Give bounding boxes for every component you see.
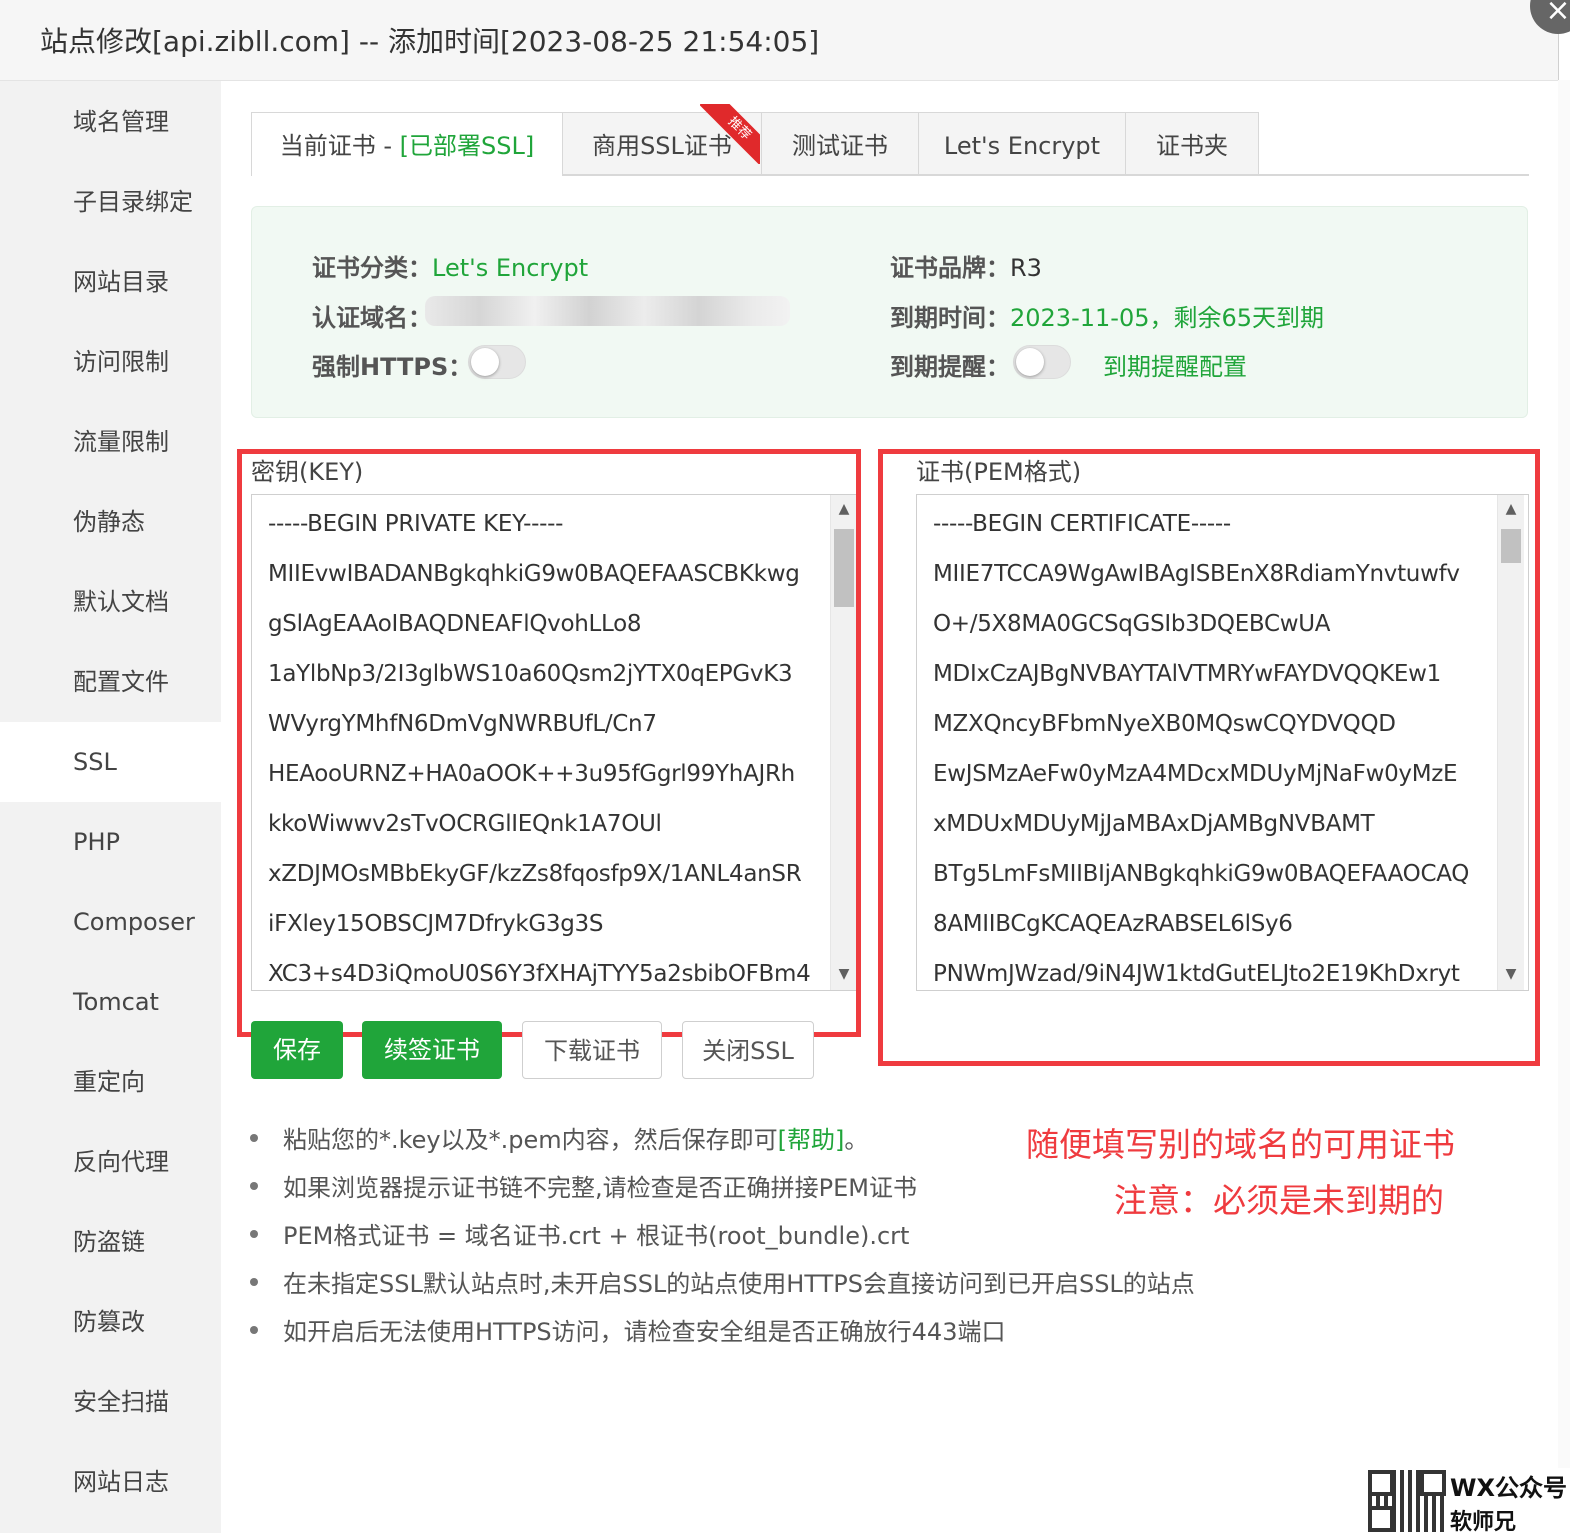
cert-expiry-label: 到期时间： [890, 304, 1010, 332]
sidebar-item-rewrite[interactable]: 伪静态 [0, 482, 221, 562]
bullet-icon [250, 1134, 258, 1142]
force-https-toggle[interactable] [468, 345, 526, 379]
sidebar-item-config-file[interactable]: 配置文件 [0, 642, 221, 722]
bullet-icon [250, 1278, 258, 1286]
dialog-title: 站点修改[api.zibll.com] -- 添加时间[2023-08-25 2… [40, 25, 820, 58]
force-https-label: 强制HTTPS： [312, 353, 473, 381]
cert-highlight-box [878, 449, 1540, 1066]
sidebar-item-traffic-limit[interactable]: 流量限制 [0, 402, 221, 482]
sidebar-item-hotlink[interactable]: 防盗链 [0, 1202, 221, 1282]
sidebar-item-tamper-proof[interactable]: 防篡改 [0, 1282, 221, 1362]
tab-current-cert-label: 当前证书 - [279, 132, 400, 160]
watermark-text-1: WX公众号 [1450, 1474, 1567, 1502]
note-text: 。 [844, 1126, 869, 1154]
sidebar-item-domain[interactable]: 域名管理 [0, 82, 221, 162]
expiry-remind-config-link[interactable]: 到期提醒配置 [1103, 347, 1247, 382]
tab-cert-folder[interactable]: 证书夹 [1125, 112, 1259, 174]
cert-domain-label: 认证域名： [312, 304, 432, 332]
sidebar-item-site-log[interactable]: 网站日志 [0, 1442, 221, 1522]
note-text: 在未指定SSL默认站点时,未开启SSL的站点使用HTTPS会直接访问到已开启SS… [283, 1270, 1195, 1298]
download-cert-button[interactable]: 下载证书 [522, 1021, 662, 1079]
help-link[interactable]: [帮助] [778, 1126, 845, 1154]
cert-category-row: 证书分类：Let's Encrypt [312, 248, 588, 283]
site-edit-dialog: 站点修改[api.zibll.com] -- 添加时间[2023-08-25 2… [0, 0, 1570, 1533]
expiry-remind-label: 到期提醒： [890, 353, 1010, 381]
qr-finder [1420, 1470, 1446, 1496]
cert-category-label: 证书分类： [312, 254, 432, 282]
watermark-text-2: 软师兄 [1450, 1510, 1517, 1535]
sidebar-item-ssl[interactable]: SSL [0, 722, 221, 802]
note-text: PEM格式证书 = 域名证书.crt + 根证书(root_bundle).cr… [283, 1222, 910, 1250]
annotation-line-1: 随便填写别的域名的可用证书 [1026, 1125, 1455, 1164]
cert-brand-label: 证书品牌： [890, 254, 1010, 282]
force-https-row: 强制HTTPS： [312, 347, 472, 382]
tab-lets-encrypt[interactable]: Let's Encrypt [918, 112, 1126, 174]
key-highlight-box [237, 449, 861, 1037]
sidebar-item-composer[interactable]: Composer [0, 882, 221, 962]
sidebar-nav: 域名管理 子目录绑定 网站目录 访问限制 流量限制 伪静态 默认文档 配置文件 … [0, 81, 221, 1533]
recommend-badge: 推荐 [700, 104, 760, 164]
sidebar-item-site-directory[interactable]: 网站目录 [0, 242, 221, 322]
recommend-ribbon: 推荐 [700, 104, 760, 164]
bullet-icon [250, 1230, 258, 1238]
tab-current-cert[interactable]: 当前证书 - [已部署SSL] [251, 112, 563, 176]
cert-brand-value: R3 [1010, 254, 1042, 282]
cert-expiry-value: 2023-11-05，剩余65天到期 [1010, 304, 1325, 332]
ssl-deployed-status: [已部署SSL] [399, 132, 535, 160]
sidebar-item-reverse-proxy[interactable]: 反向代理 [0, 1122, 221, 1202]
bullet-icon [250, 1182, 258, 1190]
cert-expiry-row: 到期时间：2023-11-05，剩余65天到期 [890, 298, 1324, 333]
sidebar-item-access-limit[interactable]: 访问限制 [0, 322, 221, 402]
renew-cert-button[interactable]: 续签证书 [362, 1021, 502, 1079]
sidebar-item-tomcat[interactable]: Tomcat [0, 962, 221, 1042]
cert-brand-row: 证书品牌：R3 [890, 248, 1042, 283]
expiry-remind-row: 到期提醒： [890, 347, 1010, 382]
note-text: 粘贴您的*.key以及*.pem内容，然后保存即可 [283, 1126, 778, 1154]
sidebar-item-redirect[interactable]: 重定向 [0, 1042, 221, 1122]
sidebar-item-default-doc[interactable]: 默认文档 [0, 562, 221, 642]
cert-category-value: Let's Encrypt [432, 254, 589, 282]
qr-finder [1368, 1470, 1394, 1496]
toggle-knob [471, 348, 499, 376]
save-button[interactable]: 保存 [251, 1021, 343, 1079]
cert-domain-row: 认证域名： [312, 298, 432, 333]
qr-code-icon [1368, 1470, 1446, 1532]
sidebar-item-security-scan[interactable]: 安全扫描 [0, 1362, 221, 1442]
toggle-knob [1016, 348, 1044, 376]
sidebar-item-subdir-binding[interactable]: 子目录绑定 [0, 162, 221, 242]
dialog-titlebar: 站点修改[api.zibll.com] -- 添加时间[2023-08-25 2… [0, 0, 1558, 81]
note-text: 如开启后无法使用HTTPS访问，请检查安全组是否正确放行443端口 [283, 1318, 1006, 1346]
bullet-icon [250, 1326, 258, 1334]
tab-test-cert[interactable]: 测试证书 [761, 112, 919, 174]
background-window-edge [1558, 80, 1570, 1533]
sidebar-item-php[interactable]: PHP [0, 802, 221, 882]
qr-finder [1368, 1506, 1394, 1532]
cert-domain-blurred-value [425, 296, 790, 326]
note-text: 如果浏览器提示证书链不完整,请检查是否正确拼接PEM证书 [283, 1174, 917, 1202]
annotation-line-2: 注意：必须是未到期的 [1114, 1181, 1444, 1220]
close-ssl-button[interactable]: 关闭SSL [682, 1021, 814, 1079]
expiry-remind-toggle[interactable] [1013, 345, 1071, 379]
watermark: WX公众号 软师兄 [1368, 1468, 1570, 1535]
